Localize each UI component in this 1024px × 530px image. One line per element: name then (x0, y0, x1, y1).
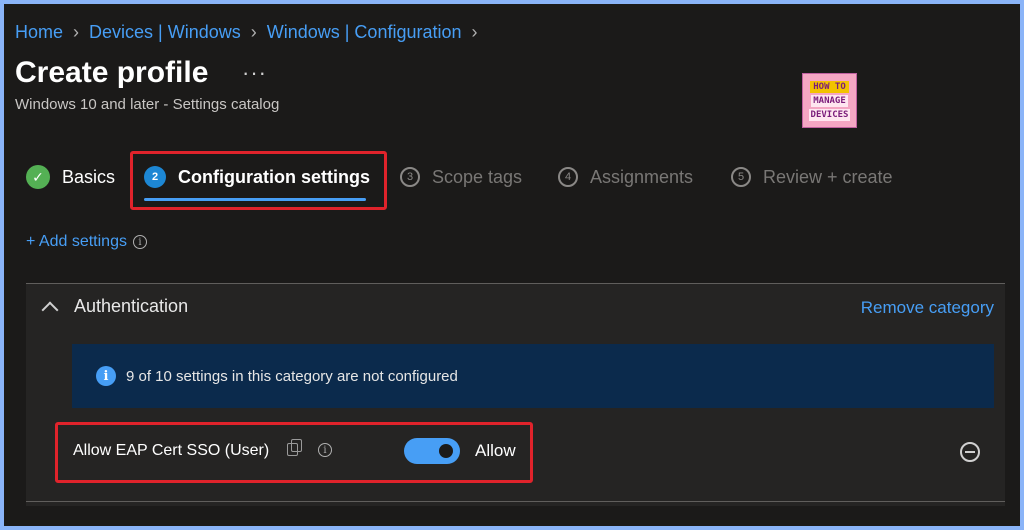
category-collapse-toggle[interactable]: Authentication (40, 296, 189, 318)
info-message-bar: i 9 of 10 settings in this category are … (72, 344, 994, 408)
tab-assignments[interactable]: 4 Assignments (558, 164, 693, 190)
add-settings-button[interactable]: + Add settings i (26, 233, 147, 251)
breadcrumb-windows-configuration[interactable]: Windows | Configuration (267, 22, 462, 43)
tab-review-create-label: Review + create (763, 166, 893, 187)
tab-basics-label: Basics (62, 166, 116, 187)
remove-category-link[interactable]: Remove category (861, 298, 994, 318)
tab-basics[interactable]: ✓ Basics (26, 164, 115, 190)
tab-review-create[interactable]: 5 Review + create (731, 164, 893, 190)
app-window: Home › Devices | Windows › Windows | Con… (4, 4, 1020, 526)
tab-assignments-label: Assignments (590, 166, 694, 187)
breadcrumb-devices-windows[interactable]: Devices | Windows (89, 22, 241, 43)
step-number-badge: 4 (558, 167, 578, 187)
highlight-box-setting-row (55, 422, 533, 483)
chevron-right-icon: › (471, 21, 478, 42)
info-icon: i (96, 366, 116, 386)
logo: HOW TO MANAGE DEVICES (802, 73, 857, 128)
divider (26, 501, 1005, 502)
highlight-box-configuration-tab (130, 151, 387, 210)
chevron-up-icon (41, 301, 59, 318)
chevron-right-icon: › (73, 21, 80, 42)
add-settings-label: + Add settings (26, 233, 127, 250)
breadcrumb: Home › Devices | Windows › Windows | Con… (15, 19, 488, 45)
chevron-right-icon: › (250, 21, 257, 42)
page-subtitle: Windows 10 and later - Settings catalog (15, 96, 280, 113)
tab-scope-tags-label: Scope tags (432, 166, 523, 187)
info-icon[interactable]: i (132, 235, 147, 249)
step-number-badge: 3 (400, 167, 420, 187)
info-message-text: 9 of 10 settings in this category are no… (126, 367, 458, 385)
checkmark-icon: ✓ (26, 165, 50, 189)
category-title: Authentication (74, 296, 189, 316)
page-title: Create profile (15, 56, 209, 89)
tab-scope-tags[interactable]: 3 Scope tags (400, 164, 522, 190)
step-number-badge: 5 (731, 167, 751, 187)
breadcrumb-home[interactable]: Home (15, 22, 63, 43)
more-options-button[interactable]: ··· (242, 60, 267, 86)
remove-setting-icon[interactable] (960, 442, 980, 462)
